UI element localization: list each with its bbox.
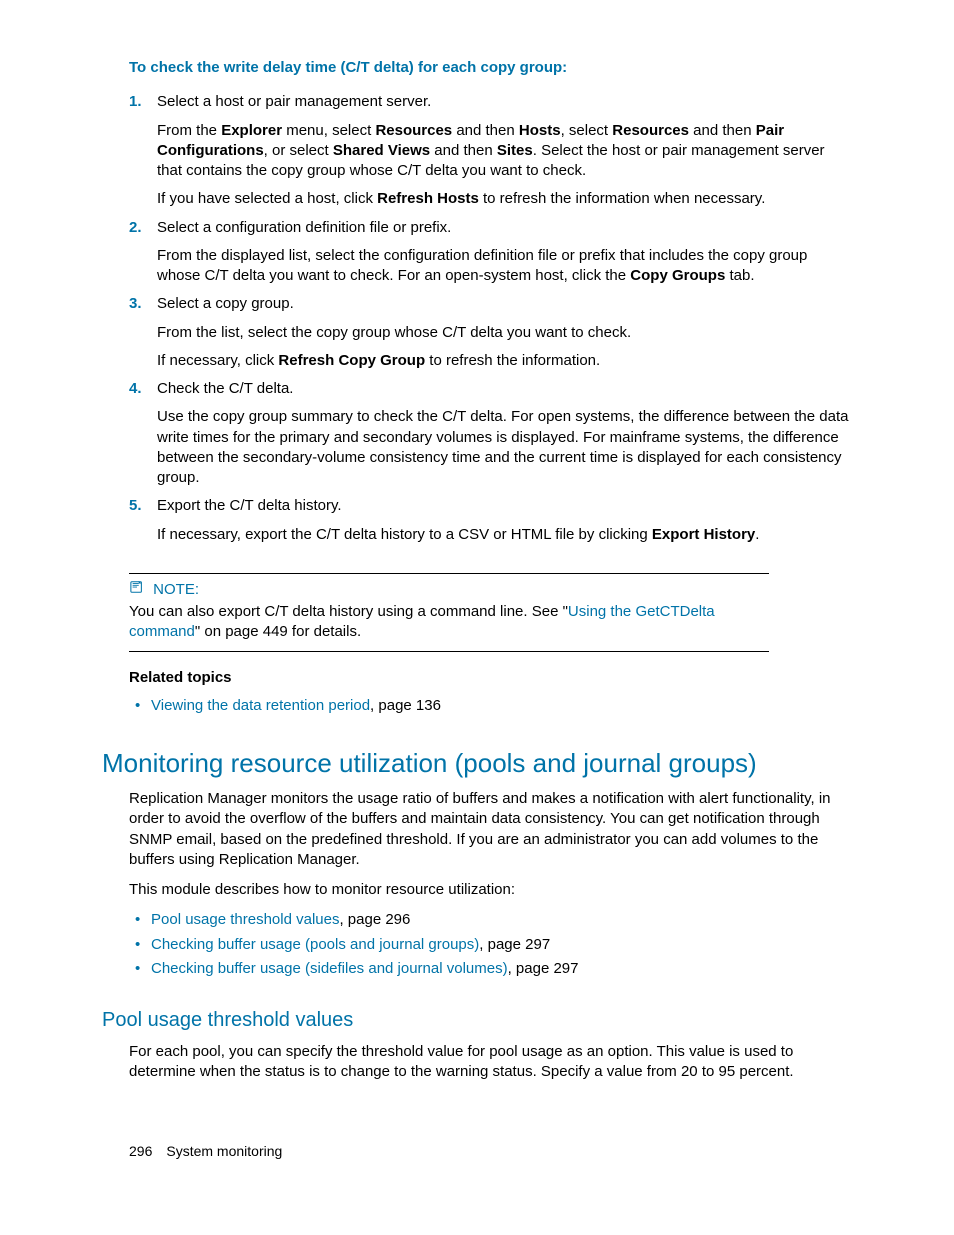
- note-icon: [129, 580, 145, 600]
- step-item: 2. Select a configuration definition file…: [129, 218, 852, 287]
- procedure-heading: To check the write delay time (C/T delta…: [129, 58, 852, 78]
- step-lead: Select a host or pair management server.: [157, 92, 852, 112]
- step-paragraph: If necessary, export the C/T delta histo…: [157, 525, 852, 545]
- step-lead: Export the C/T delta history.: [157, 496, 852, 516]
- step-number: 2.: [129, 218, 142, 238]
- bold-term: Refresh Hosts: [377, 190, 479, 207]
- list-item: Checking buffer usage (pools and journal…: [129, 935, 852, 955]
- related-topics-list: Viewing the data retention period, page …: [129, 696, 852, 716]
- page-number: 296: [129, 1143, 152, 1159]
- step-number: 3.: [129, 294, 142, 314]
- step-paragraph: From the list, select the copy group who…: [157, 323, 852, 343]
- page-footer: 296 System monitoring: [129, 1142, 282, 1161]
- step-item: 3. Select a copy group. From the list, sel…: [129, 294, 852, 371]
- step-lead: Select a configuration definition file o…: [157, 218, 852, 238]
- body-text: For each pool, you can specify the thres…: [129, 1042, 852, 1083]
- related-topics-heading: Related topics: [129, 668, 852, 688]
- heading-pool-usage-threshold: Pool usage threshold values: [102, 1007, 852, 1034]
- list-item: Viewing the data retention period, page …: [129, 696, 852, 716]
- toc-link[interactable]: Checking buffer usage (pools and journal…: [151, 936, 479, 953]
- module-toc-list: Pool usage threshold values, page 296 Che…: [129, 910, 852, 979]
- list-item: Pool usage threshold values, page 296: [129, 910, 852, 930]
- bold-term: Copy Groups: [630, 267, 725, 284]
- step-number: 4.: [129, 379, 142, 399]
- step-lead: Check the C/T delta.: [157, 379, 852, 399]
- bold-term: Shared Views: [333, 142, 430, 159]
- bold-term: Export History: [652, 526, 755, 543]
- bold-term: Resources: [375, 122, 452, 139]
- list-item: Checking buffer usage (sidefiles and jou…: [129, 959, 852, 979]
- note-text-post: " on page 449 for details.: [195, 623, 361, 640]
- bold-term: Explorer: [221, 122, 282, 139]
- step-paragraph: From the displayed list, select the conf…: [157, 246, 852, 287]
- body-text: This module describes how to monitor res…: [129, 880, 852, 900]
- bold-term: Sites: [497, 142, 533, 159]
- bold-term: Refresh Copy Group: [278, 352, 425, 369]
- chapter-title: System monitoring: [166, 1143, 282, 1159]
- step-item: 1. Select a host or pair management serve…: [129, 92, 852, 209]
- step-paragraph: Use the copy group summary to check the …: [157, 407, 852, 488]
- step-item: 4. Check the C/T delta. Use the copy group…: [129, 379, 852, 488]
- body-text: Replication Manager monitors the usage r…: [129, 789, 852, 870]
- step-number: 5.: [129, 496, 142, 516]
- step-number: 1.: [129, 92, 142, 112]
- note-text-pre: You can also export C/T delta history us…: [129, 603, 568, 620]
- steps-list: 1. Select a host or pair management serve…: [129, 92, 852, 545]
- related-link[interactable]: Viewing the data retention period: [151, 697, 370, 714]
- note-block: NOTE: You can also export C/T delta hist…: [129, 573, 769, 652]
- toc-link[interactable]: Checking buffer usage (sidefiles and jou…: [151, 960, 508, 977]
- step-lead: Select a copy group.: [157, 294, 852, 314]
- step-paragraph: If you have selected a host, click Refre…: [157, 189, 852, 209]
- step-paragraph: If necessary, click Refresh Copy Group t…: [157, 351, 852, 371]
- step-paragraph: From the Explorer menu, select Resources…: [157, 121, 852, 182]
- note-label: NOTE:: [153, 581, 199, 598]
- step-item: 5. Export the C/T delta history. If necess…: [129, 496, 852, 545]
- bold-term: Hosts: [519, 122, 561, 139]
- toc-link[interactable]: Pool usage threshold values: [151, 911, 339, 928]
- heading-monitoring-resource-utilization: Monitoring resource utilization (pools a…: [102, 746, 852, 781]
- note-rule-bottom: [129, 651, 769, 652]
- bold-term: Resources: [612, 122, 689, 139]
